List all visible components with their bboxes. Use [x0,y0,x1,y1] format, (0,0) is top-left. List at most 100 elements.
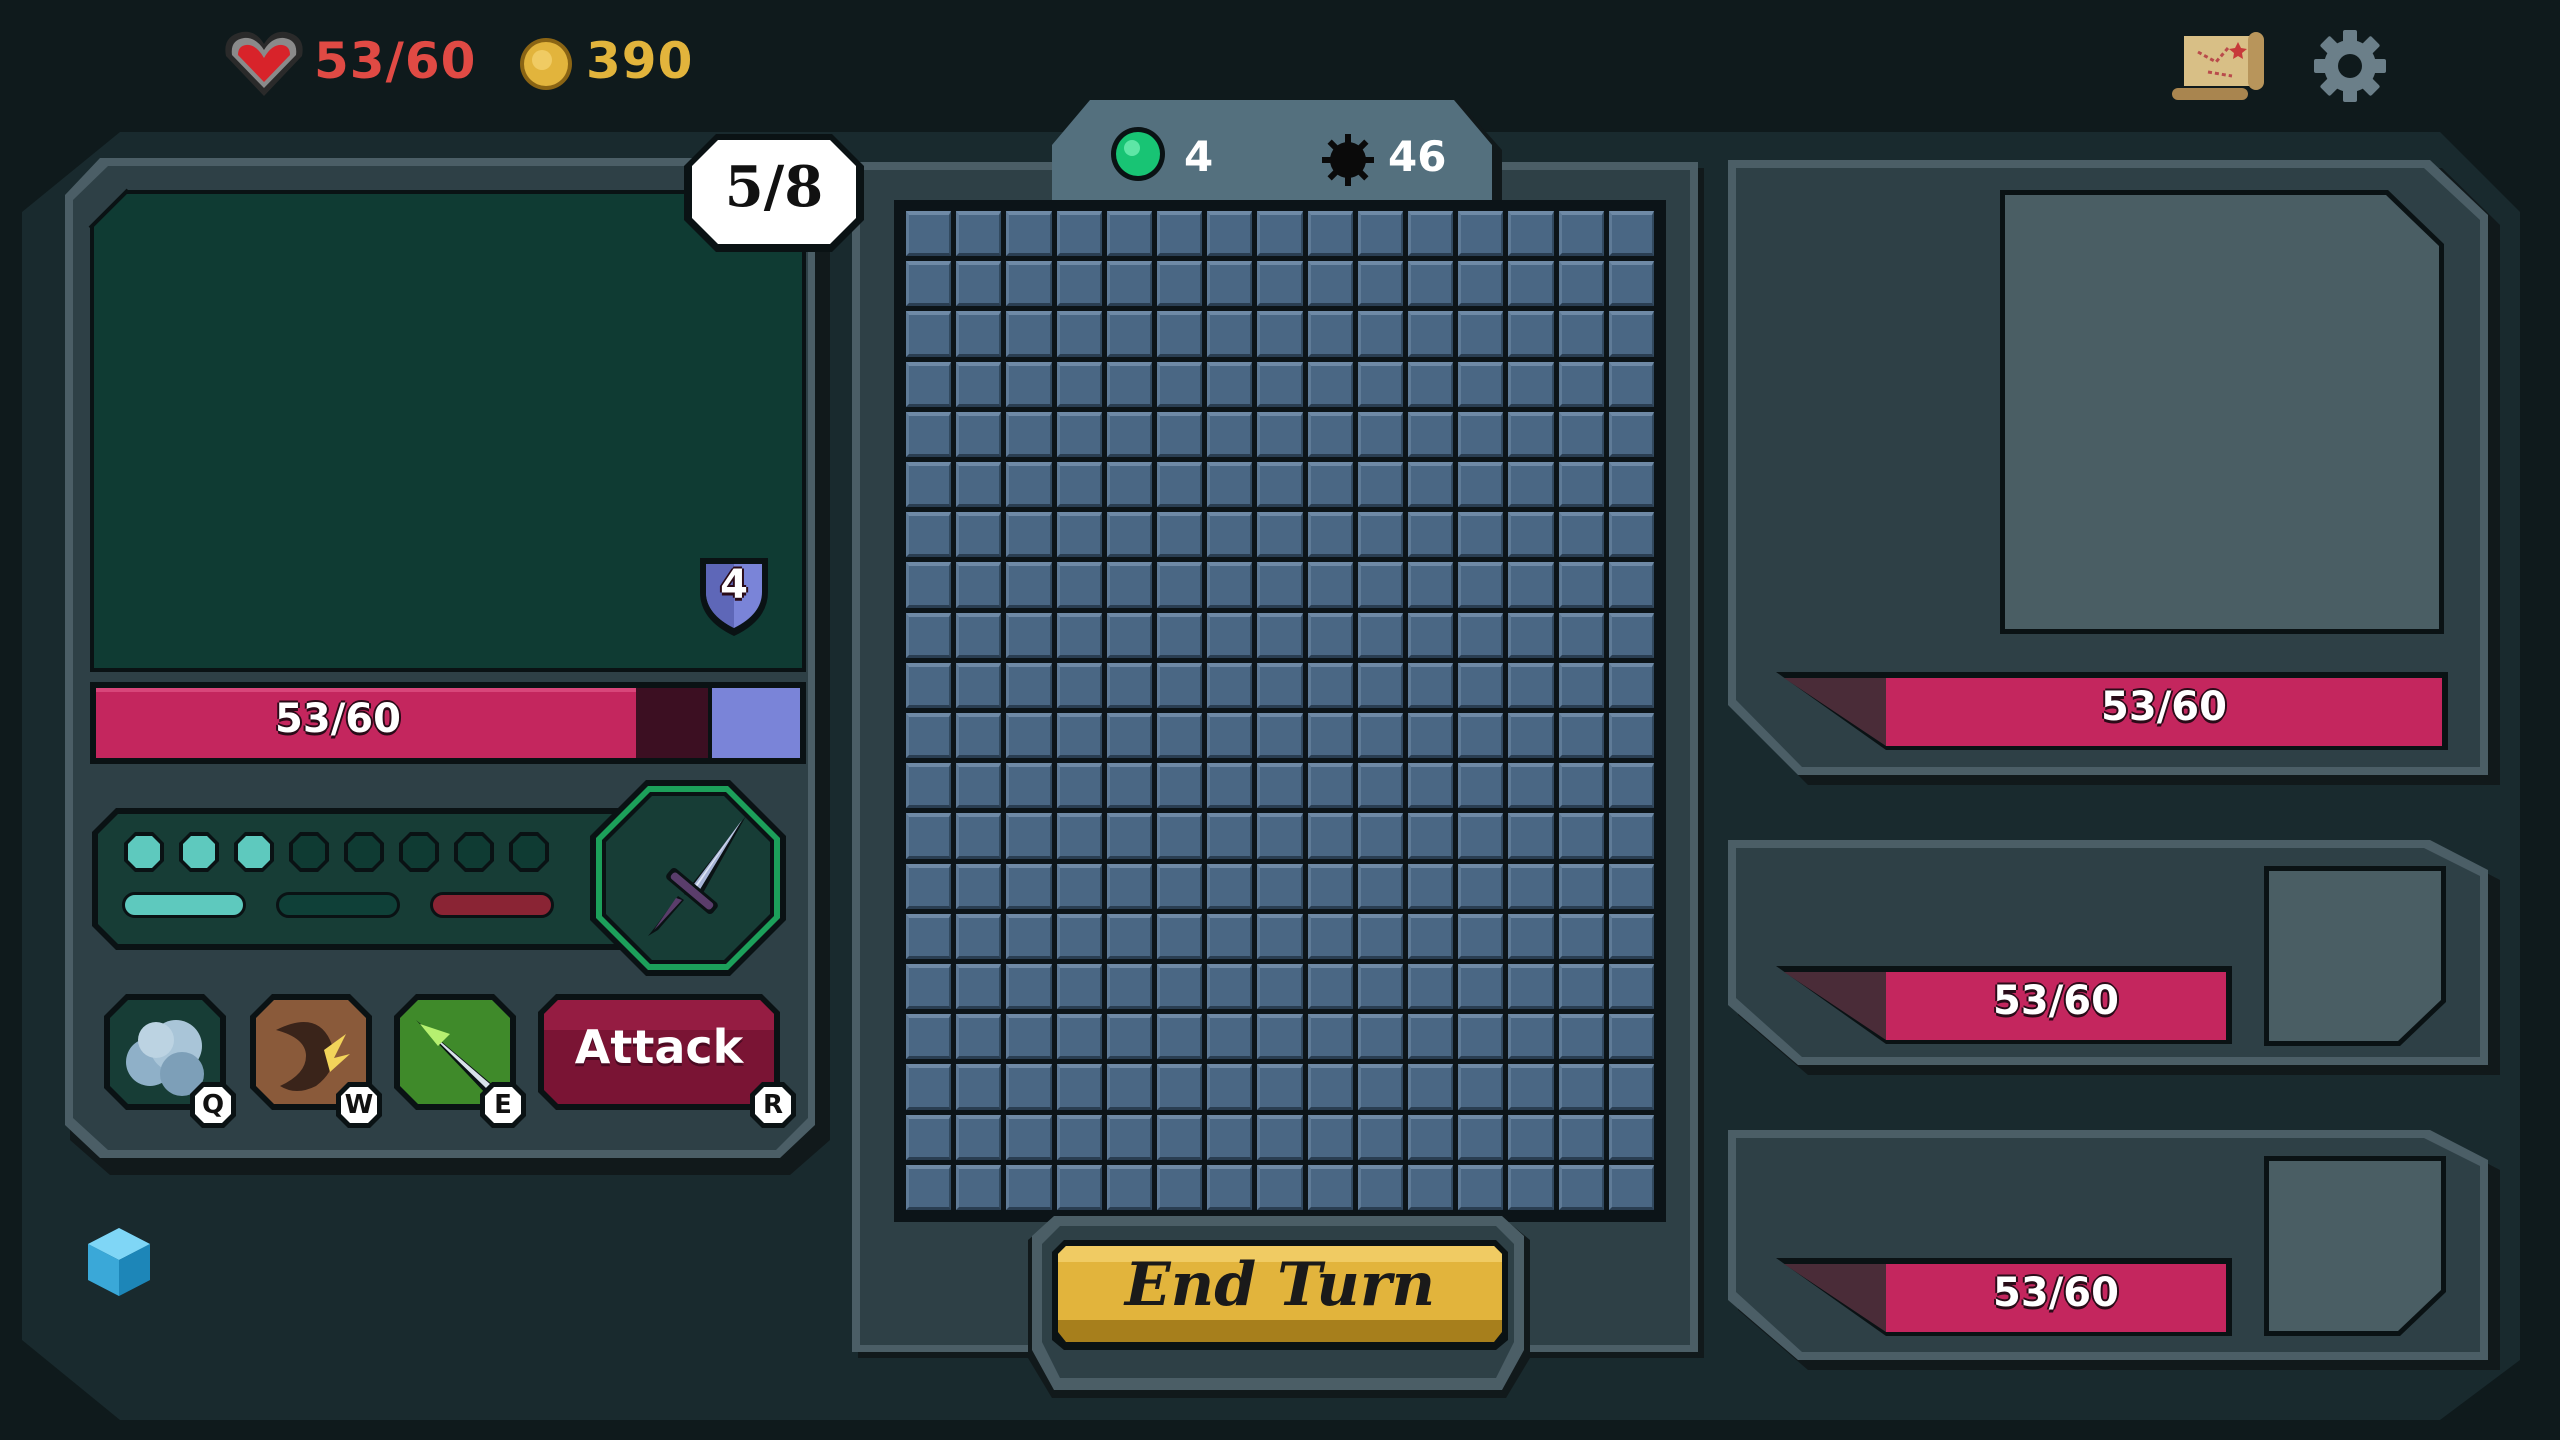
grid-cell[interactable] [1106,512,1152,558]
grid-cell[interactable] [1608,813,1654,859]
grid-cell[interactable] [1608,211,1654,257]
grid-cell[interactable] [1357,512,1403,558]
grid-cell[interactable] [1106,562,1152,608]
grid-cell[interactable] [1207,311,1253,357]
grid-cell[interactable] [1408,562,1454,608]
grid-cell[interactable] [906,562,952,608]
grid-cell[interactable] [906,1164,952,1210]
grid-cell[interactable] [956,261,1002,307]
grid-cell[interactable] [1207,1164,1253,1210]
grid-cell[interactable] [1408,211,1454,257]
grid-cell[interactable] [1608,1114,1654,1160]
grid-cell[interactable] [1458,913,1504,959]
grid-cell[interactable] [1408,813,1454,859]
grid-cell[interactable] [1508,913,1554,959]
grid-cell[interactable] [1257,763,1303,809]
grid-cell[interactable] [1458,1164,1504,1210]
grid-cell[interactable] [1257,863,1303,909]
grid-cell[interactable] [1357,913,1403,959]
grid-cell[interactable] [1207,1064,1253,1110]
grid-cell[interactable] [956,913,1002,959]
grid-cell[interactable] [1508,512,1554,558]
grid-cell[interactable] [906,863,952,909]
grid-cell[interactable] [1006,211,1052,257]
grid-cell[interactable] [1207,411,1253,457]
grid-cell[interactable] [1508,462,1554,508]
grid-cell[interactable] [1408,662,1454,708]
grid-cell[interactable] [1006,462,1052,508]
grid-cell[interactable] [1608,512,1654,558]
grid-cell[interactable] [1157,261,1203,307]
grid-cell[interactable] [1106,763,1152,809]
grid-cell[interactable] [1157,411,1203,457]
grid-cell[interactable] [1608,1164,1654,1210]
grid-cell[interactable] [1207,512,1253,558]
grid-cell[interactable] [1307,361,1353,407]
grid-cell[interactable] [1608,261,1654,307]
grid-cell[interactable] [1357,964,1403,1010]
grid-cell[interactable] [1257,211,1303,257]
grid-cell[interactable] [1056,211,1102,257]
grid-cell[interactable] [906,662,952,708]
grid-cell[interactable] [1106,261,1152,307]
grid-cell[interactable] [1006,763,1052,809]
grid-cell[interactable] [906,462,952,508]
mine-grid[interactable] [906,211,1654,1210]
grid-cell[interactable] [1106,612,1152,658]
grid-cell[interactable] [1307,211,1353,257]
grid-cell[interactable] [1508,662,1554,708]
grid-cell[interactable] [1357,211,1403,257]
grid-cell[interactable] [1106,411,1152,457]
grid-cell[interactable] [1257,1064,1303,1110]
grid-cell[interactable] [1307,813,1353,859]
grid-cell[interactable] [1508,813,1554,859]
grid-cell[interactable] [1458,311,1504,357]
grid-cell[interactable] [1056,512,1102,558]
grid-cell[interactable] [1257,361,1303,407]
grid-cell[interactable] [1056,713,1102,759]
grid-cell[interactable] [906,361,952,407]
grid-cell[interactable] [956,562,1002,608]
grid-cell[interactable] [1408,311,1454,357]
grid-cell[interactable] [1307,913,1353,959]
grid-cell[interactable] [1458,211,1504,257]
grid-cell[interactable] [1207,913,1253,959]
grid-cell[interactable] [1357,763,1403,809]
grid-cell[interactable] [1408,361,1454,407]
grid-cell[interactable] [1458,612,1504,658]
grid-cell[interactable] [1558,964,1604,1010]
grid-cell[interactable] [1357,411,1403,457]
grid-cell[interactable] [1508,863,1554,909]
grid-cell[interactable] [1056,411,1102,457]
grid-cell[interactable] [1157,512,1203,558]
grid-cell[interactable] [1357,813,1403,859]
grid-cell[interactable] [1408,763,1454,809]
grid-cell[interactable] [1408,462,1454,508]
grid-cell[interactable] [1558,863,1604,909]
grid-cell[interactable] [1508,713,1554,759]
grid-cell[interactable] [1056,813,1102,859]
grid-cell[interactable] [1006,964,1052,1010]
grid-cell[interactable] [906,713,952,759]
weapon-slot[interactable] [586,776,790,980]
grid-cell[interactable] [1458,713,1504,759]
grid-cell[interactable] [1458,1064,1504,1110]
grid-cell[interactable] [1157,763,1203,809]
grid-cell[interactable] [1056,1114,1102,1160]
grid-cell[interactable] [1257,512,1303,558]
grid-cell[interactable] [1207,713,1253,759]
grid-cell[interactable] [1257,913,1303,959]
grid-cell[interactable] [1357,713,1403,759]
grid-cell[interactable] [1106,462,1152,508]
grid-cell[interactable] [1207,361,1253,407]
grid-cell[interactable] [1207,964,1253,1010]
grid-cell[interactable] [1106,311,1152,357]
grid-cell[interactable] [1157,311,1203,357]
grid-cell[interactable] [956,713,1002,759]
grid-cell[interactable] [1106,863,1152,909]
grid-cell[interactable] [1257,411,1303,457]
grid-cell[interactable] [1006,863,1052,909]
grid-cell[interactable] [1207,211,1253,257]
grid-cell[interactable] [1608,612,1654,658]
gear-icon[interactable] [2312,28,2388,104]
